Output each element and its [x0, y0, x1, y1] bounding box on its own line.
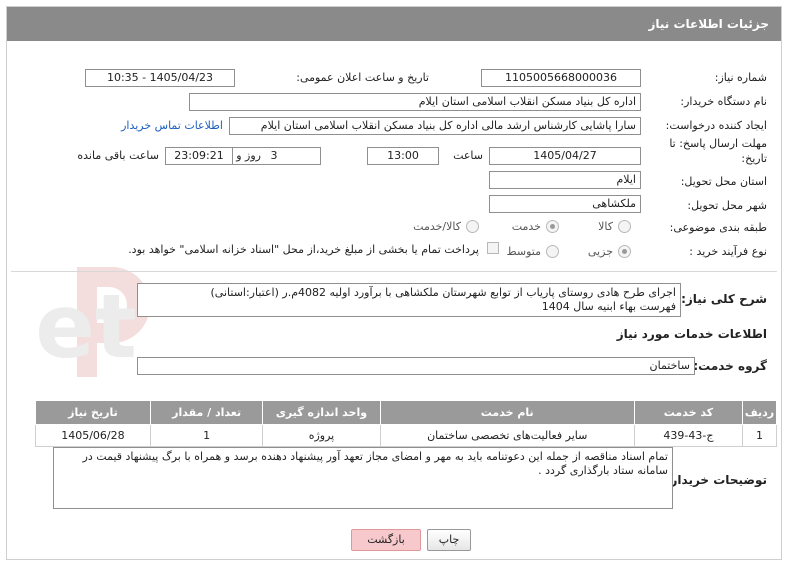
- announce-date-field: 1405/04/23 - 10:35: [85, 69, 235, 87]
- buyer-notes-label: توضیحات خریدار:: [665, 473, 767, 487]
- city-label: شهر محل تحویل:: [687, 199, 767, 212]
- process-option-minor: جزیی: [587, 245, 613, 258]
- category-label: طبقه بندی موضوعی:: [669, 221, 767, 234]
- deadline-date-field: 1405/04/27: [489, 147, 641, 165]
- col-header-quantity: تعداد / مقدار: [149, 400, 264, 425]
- description-textarea: اجرای طرح هادی روستای پاریاب از توابع شه…: [137, 283, 681, 317]
- section-divider: [11, 271, 777, 272]
- watermark-text: AriaTender.net: [37, 275, 137, 378]
- category-radio-service[interactable]: [546, 220, 559, 233]
- deadline-time-field: 13:00: [367, 147, 439, 165]
- treasury-payment-checkbox[interactable]: [487, 242, 499, 254]
- services-table-header-row: ردیف کد خدمت نام خدمت واحد اندازه گیری ت…: [35, 400, 778, 425]
- cell-service-code: ج-43-439: [633, 424, 743, 447]
- deadline-label-line1: مهلت ارسال پاسخ: تا: [669, 137, 767, 150]
- cell-service-name: سایر فعالیت‌های تخصصی ساختمان: [379, 424, 635, 447]
- cell-row-number: 1: [741, 424, 778, 447]
- need-number-label: شماره نیاز:: [714, 71, 767, 84]
- cell-need-date: 1405/06/28: [35, 424, 151, 447]
- creator-field: سارا پاشایی کارشناس ارشد مالی اداره کل ب…: [229, 117, 641, 135]
- province-field: ایلام: [489, 171, 641, 189]
- category-option-goods-service: کالا/خدمت: [413, 220, 461, 233]
- services-section-title: اطلاعات خدمات مورد نیاز: [616, 327, 767, 341]
- category-radio-goods[interactable]: [618, 220, 631, 233]
- back-button[interactable]: بازگشت: [351, 529, 421, 551]
- services-table: ردیف کد خدمت نام خدمت واحد اندازه گیری ت…: [35, 400, 778, 447]
- description-line-2: فهرست بهاء ابنیه سال 1404: [541, 300, 676, 313]
- remaining-time-field: 23:09:21: [165, 147, 233, 165]
- need-number-field: 1105005668000036: [481, 69, 641, 87]
- page-header: جزئیات اطلاعات نیاز: [7, 7, 781, 41]
- print-button[interactable]: چاپ: [427, 529, 471, 551]
- col-header-service-name: نام خدمت: [379, 400, 635, 425]
- process-type-label: نوع فرآیند خرید :: [689, 245, 767, 258]
- province-label: استان محل تحویل:: [680, 175, 767, 188]
- service-group-field: ساختمان: [137, 357, 695, 375]
- cell-unit: پروژه: [262, 424, 381, 447]
- process-radio-minor[interactable]: [618, 245, 631, 258]
- col-header-row-number: ردیف: [741, 400, 778, 425]
- buyer-org-field: اداره کل بنیاد مسکن انقلاب اسلامی استان …: [189, 93, 641, 111]
- category-radio-goods-service[interactable]: [466, 220, 479, 233]
- cell-quantity: 1: [149, 424, 264, 447]
- treasury-payment-note: پرداخت تمام یا بخشی از مبلغ خرید،از محل …: [128, 243, 479, 256]
- col-header-need-date: تاریخ نیاز: [35, 400, 151, 425]
- service-group-label: گروه خدمت:: [693, 359, 767, 373]
- days-label: روز و: [236, 149, 261, 162]
- category-option-goods: کالا: [598, 220, 613, 233]
- process-radio-medium[interactable]: [546, 245, 559, 258]
- description-line-1: اجرای طرح هادی روستای پاریاب از توابع شه…: [210, 286, 676, 299]
- col-header-unit: واحد اندازه گیری: [262, 400, 381, 425]
- table-row: 1 ج-43-439 سایر فعالیت‌های تخصصی ساختمان…: [35, 424, 778, 447]
- description-label: شرح کلی نیاز:: [681, 292, 767, 306]
- process-option-medium: متوسط: [506, 245, 541, 258]
- buyer-notes-textarea: تمام اسناد مناقصه از جمله این دعوتنامه ب…: [53, 447, 673, 509]
- announce-date-label: تاریخ و ساعت اعلان عمومی:: [296, 71, 429, 84]
- remaining-time-label: ساعت باقی مانده: [77, 149, 159, 162]
- buyer-org-label: نام دستگاه خریدار:: [680, 95, 767, 108]
- col-header-service-code: کد خدمت: [633, 400, 743, 425]
- city-field: ملکشاهی: [489, 195, 641, 213]
- deadline-label-line2: تاریخ:: [741, 152, 767, 165]
- category-option-service: خدمت: [511, 220, 541, 233]
- page-container: جزئیات اطلاعات نیاز AriaTender.net شماره…: [6, 6, 782, 560]
- creator-label: ایجاد کننده درخواست:: [665, 119, 767, 132]
- deadline-time-label: ساعت: [453, 149, 483, 162]
- page-title: جزئیات اطلاعات نیاز: [648, 17, 769, 31]
- buyer-contact-link[interactable]: اطلاعات تماس خریدار: [121, 119, 223, 132]
